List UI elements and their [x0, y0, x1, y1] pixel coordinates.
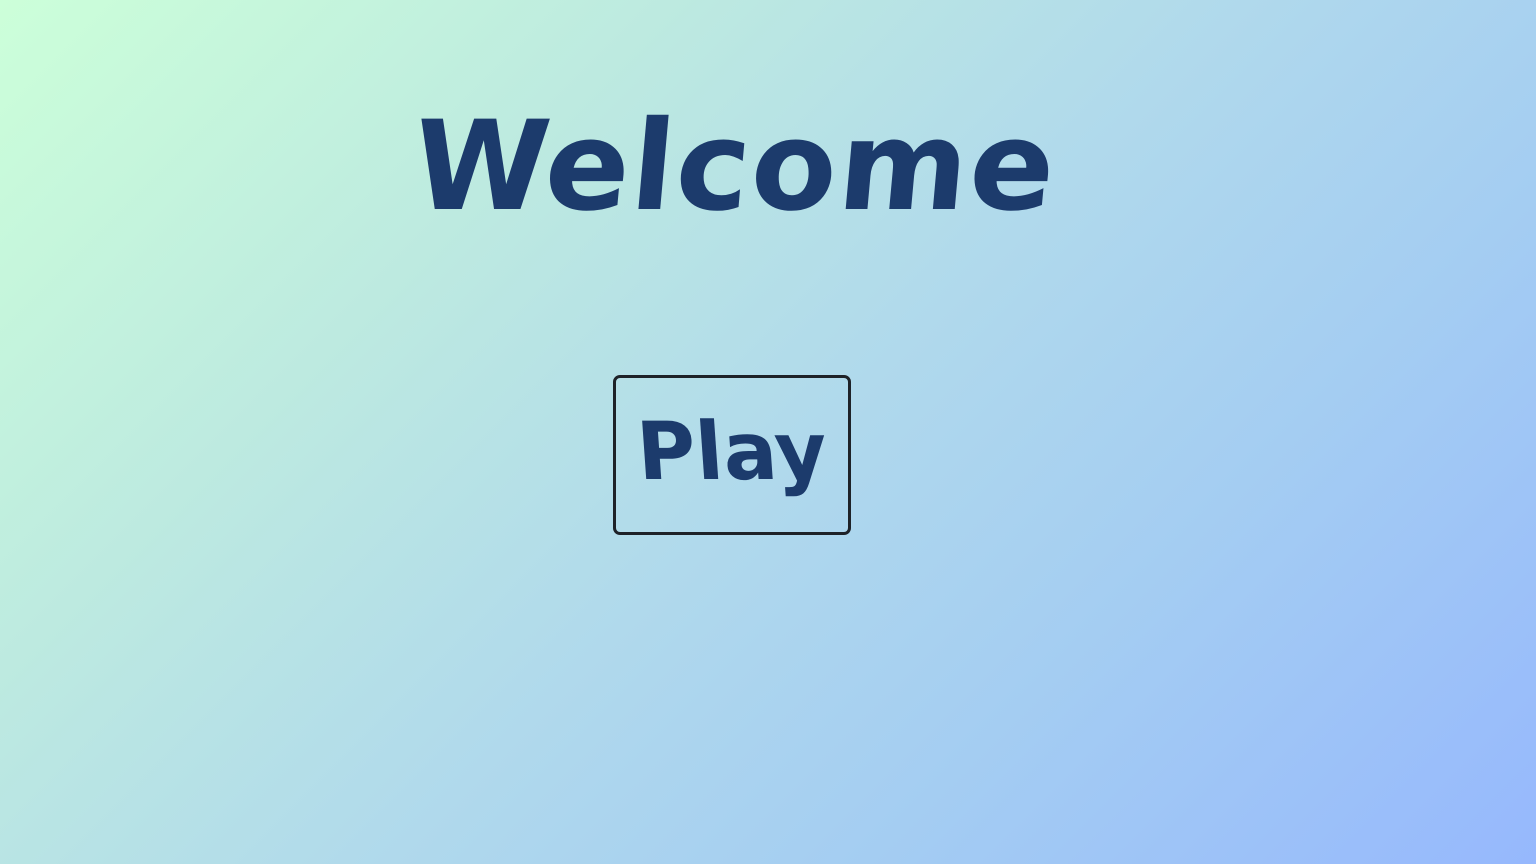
welcome-screen: Welcome Play: [0, 0, 1536, 864]
play-button-label: Play: [633, 405, 831, 498]
play-button[interactable]: Play: [613, 375, 851, 535]
welcome-title: Welcome: [405, 95, 1063, 239]
